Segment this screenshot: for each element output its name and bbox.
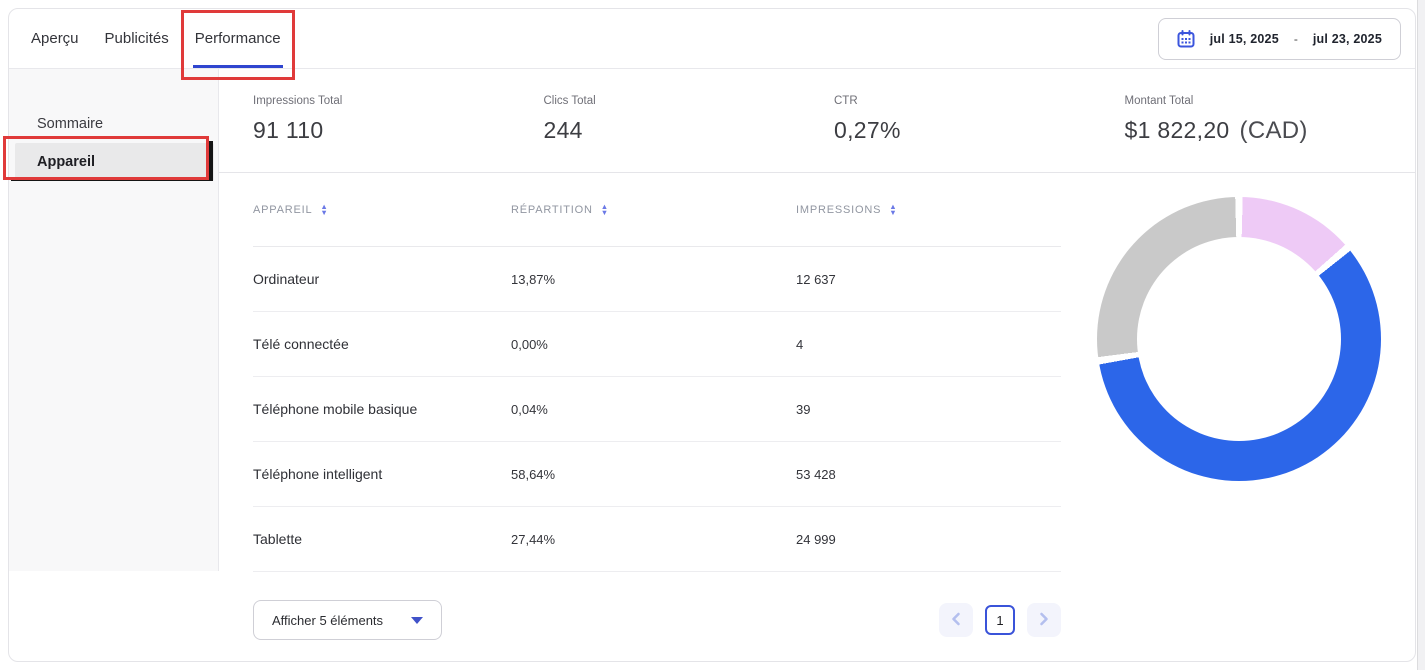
chevron-right-icon (1038, 611, 1050, 630)
stat-value: $1 822,20 (CAD) (1125, 117, 1416, 145)
dashboard-card: Aperçu Publicités Performance jul 15, 20 (8, 8, 1416, 662)
chevron-down-icon (411, 617, 423, 624)
cell-device: Ordinateur (253, 271, 511, 287)
calendar-icon (1177, 30, 1195, 48)
date-range-picker[interactable]: jul 15, 2025 - jul 23, 2025 (1158, 18, 1401, 60)
header-label: RÉPARTITION (511, 204, 593, 216)
stats-row: Impressions Total 91 110 Clics Total 244… (219, 69, 1415, 173)
sidebar-item-appareil[interactable]: Appareil (15, 143, 214, 181)
stat-value: 244 (544, 117, 835, 144)
tab-apercu[interactable]: Aperçu (29, 9, 81, 68)
donut-chart (1097, 197, 1381, 481)
stat-value: 91 110 (253, 117, 544, 144)
sort-icon: ▲▼ (320, 204, 328, 216)
date-end: jul 23, 2025 (1313, 32, 1382, 46)
header-impressions[interactable]: IMPRESSIONS ▲▼ (796, 204, 1061, 216)
sort-icon: ▲▼ (601, 204, 609, 216)
tab-performance[interactable]: Performance (193, 9, 283, 68)
previous-page-button[interactable] (939, 603, 973, 637)
cell-impressions: 4 (796, 337, 1061, 352)
table-row: Télé connectée 0,00% 4 (253, 312, 1061, 377)
stat-label: Clics Total (544, 95, 835, 107)
cell-repartition: 27,44% (511, 532, 796, 547)
header-repartition[interactable]: RÉPARTITION ▲▼ (511, 204, 796, 216)
stat-label: Montant Total (1125, 95, 1416, 107)
date-separator: - (1294, 32, 1298, 46)
next-page-button[interactable] (1027, 603, 1061, 637)
stat-currency: (CAD) (1240, 117, 1308, 144)
cell-device: Téléphone mobile basique (253, 401, 511, 417)
stat-ctr: CTR 0,27% (834, 95, 1125, 172)
table-footer: Afficher 5 éléments 1 (253, 572, 1061, 640)
cell-impressions: 39 (796, 402, 1061, 417)
cell-impressions: 53 428 (796, 467, 1061, 482)
stat-label: Impressions Total (253, 95, 544, 107)
stat-value: 0,27% (834, 117, 1125, 144)
top-navigation: Aperçu Publicités Performance jul 15, 20 (9, 9, 1415, 69)
cell-repartition: 13,87% (511, 272, 796, 287)
pagination: 1 (939, 603, 1061, 637)
tab-publicites[interactable]: Publicités (103, 9, 171, 68)
cell-impressions: 24 999 (796, 532, 1061, 547)
main-content: Impressions Total 91 110 Clics Total 244… (219, 69, 1415, 640)
cell-repartition: 0,00% (511, 337, 796, 352)
header-label: IMPRESSIONS (796, 204, 881, 216)
chart-area (1061, 173, 1415, 571)
table-row: Téléphone mobile basique 0,04% 39 (253, 377, 1061, 442)
table-row: Tablette 27,44% 24 999 (253, 507, 1061, 572)
stat-montant-total: Montant Total $1 822,20 (CAD) (1125, 95, 1416, 172)
table-chart-row: APPAREIL ▲▼ RÉPARTITION ▲▼ IMPRESSIONS ▲… (219, 173, 1415, 572)
page-size-label: Afficher 5 éléments (272, 613, 383, 628)
sort-icon: ▲▼ (889, 204, 897, 216)
stat-clics-total: Clics Total 244 (544, 95, 835, 172)
tab-bar: Aperçu Publicités Performance (29, 9, 283, 68)
scrollbar[interactable] (1417, 0, 1425, 670)
cell-device: Téléphone intelligent (253, 466, 511, 482)
device-table: APPAREIL ▲▼ RÉPARTITION ▲▼ IMPRESSIONS ▲… (219, 173, 1061, 572)
table-row: Ordinateur 13,87% 12 637 (253, 247, 1061, 312)
sidebar: Sommaire Appareil (9, 69, 219, 571)
table-header-row: APPAREIL ▲▼ RÉPARTITION ▲▼ IMPRESSIONS ▲… (253, 173, 1061, 247)
header-label: APPAREIL (253, 204, 312, 216)
current-page-indicator[interactable]: 1 (985, 605, 1015, 635)
cell-impressions: 12 637 (796, 272, 1061, 287)
chevron-left-icon (950, 611, 962, 630)
table-row: Téléphone intelligent 58,64% 53 428 (253, 442, 1061, 507)
body-row: Sommaire Appareil Impressions Total 91 1… (9, 69, 1415, 640)
sidebar-item-sommaire[interactable]: Sommaire (9, 105, 214, 143)
cell-device: Tablette (253, 531, 511, 547)
date-start: jul 15, 2025 (1210, 32, 1279, 46)
stat-amount: $1 822,20 (1125, 117, 1230, 143)
stat-label: CTR (834, 95, 1125, 107)
cell-repartition: 58,64% (511, 467, 796, 482)
cell-repartition: 0,04% (511, 402, 796, 417)
stat-impressions-total: Impressions Total 91 110 (253, 95, 544, 172)
header-appareil[interactable]: APPAREIL ▲▼ (253, 204, 511, 216)
cell-device: Télé connectée (253, 336, 511, 352)
page-size-dropdown[interactable]: Afficher 5 éléments (253, 600, 442, 640)
